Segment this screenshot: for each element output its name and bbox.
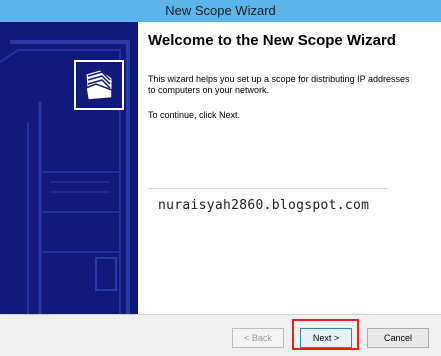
back-button[interactable]: < Back: [232, 328, 284, 348]
new-scope-wizard-window: New Scope Wizard Welcome to the New Scop…: [0, 0, 441, 356]
next-button-highlight: [292, 319, 359, 350]
wizard-banner: [0, 22, 138, 314]
cancel-button[interactable]: Cancel: [367, 328, 429, 348]
folder-stack-icon: [74, 60, 124, 110]
wizard-description: This wizard helps you set up a scope for…: [148, 74, 410, 95]
content-divider: [148, 188, 388, 189]
window-title: New Scope Wizard: [165, 3, 276, 18]
wizard-content: Welcome to the New Scope Wizard This wiz…: [138, 22, 441, 314]
wizard-instruction: To continue, click Next.: [148, 110, 241, 120]
title-bar[interactable]: New Scope Wizard: [0, 0, 441, 22]
blog-watermark: nuraisyah2860.blogspot.com: [158, 198, 370, 213]
footer-divider: [0, 314, 441, 315]
wizard-heading: Welcome to the New Scope Wizard: [148, 32, 396, 49]
